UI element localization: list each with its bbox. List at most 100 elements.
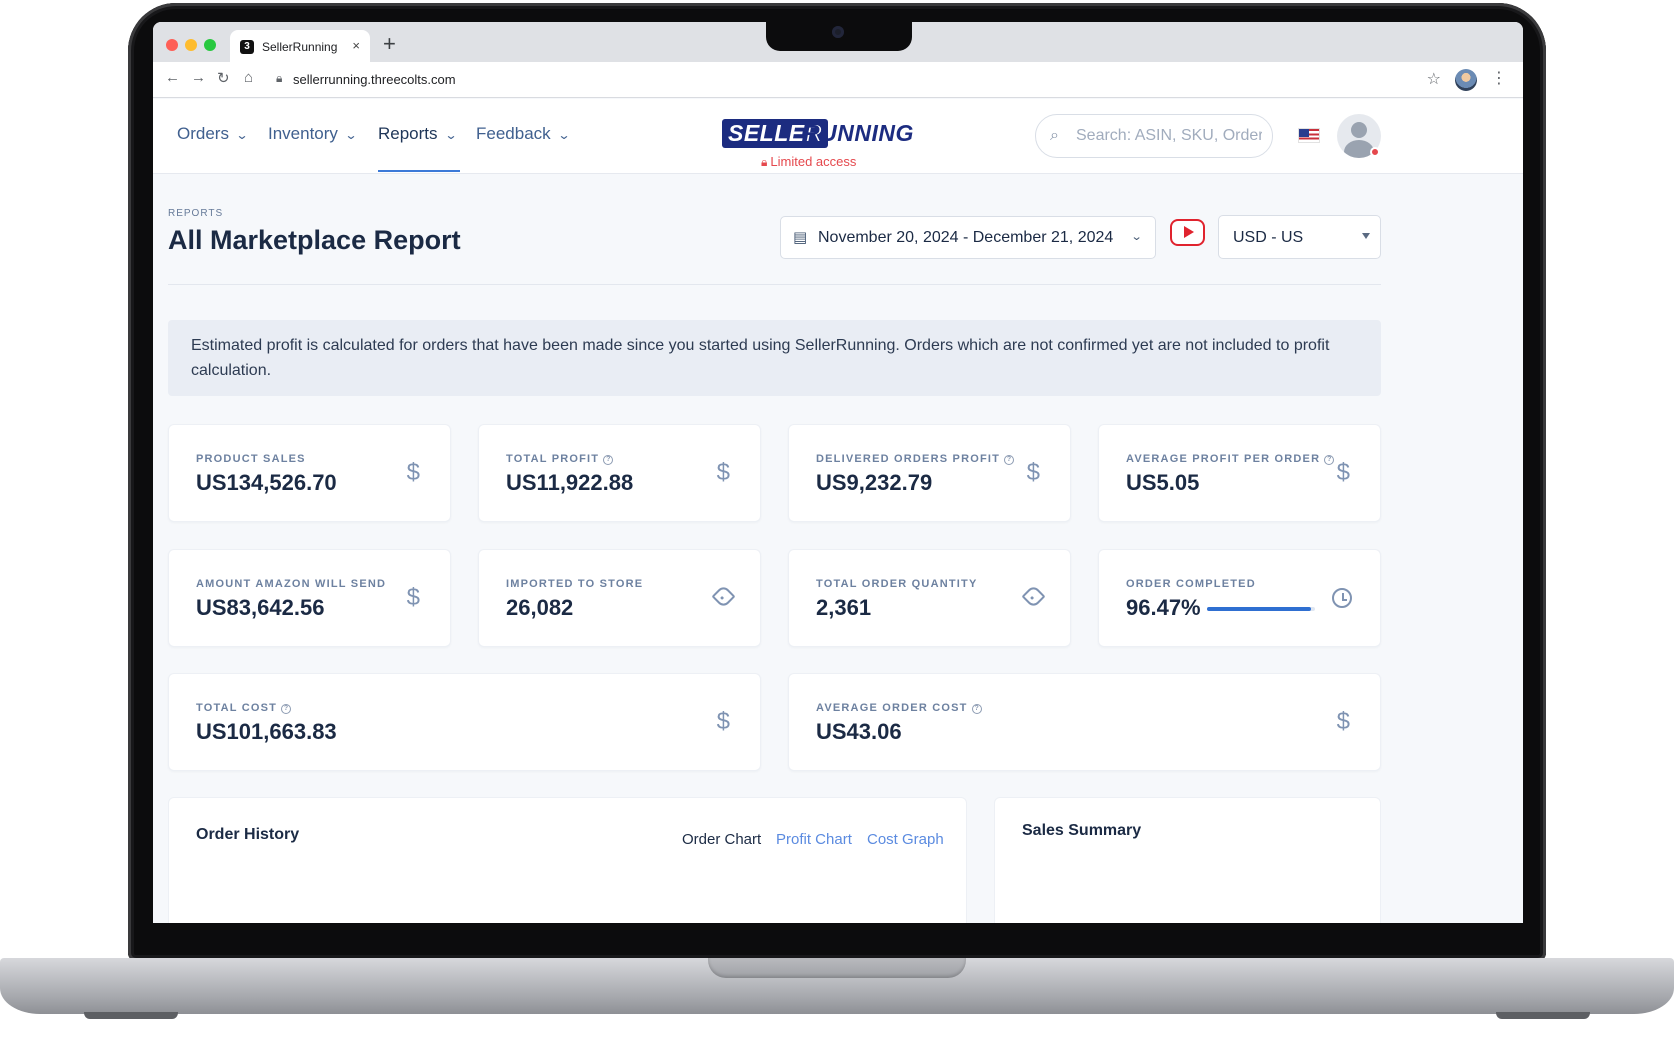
stat-label-text: DELIVERED ORDERS PROFIT bbox=[816, 453, 1001, 465]
stat-label-text: TOTAL PROFIT bbox=[506, 453, 600, 465]
search-input[interactable] bbox=[1076, 124, 1262, 148]
browser-profile-avatar[interactable] bbox=[1455, 69, 1477, 91]
reload-icon[interactable]: ↻ bbox=[217, 69, 230, 87]
back-arrow-icon[interactable]: ← bbox=[165, 69, 180, 86]
stat-value: US5.05 bbox=[1126, 470, 1200, 495]
browser-tab[interactable]: 3 SellerRunning × bbox=[230, 30, 370, 62]
window-close-button[interactable] bbox=[166, 39, 178, 51]
order-history-panel: Order History Order Chart Profit Chart C… bbox=[168, 797, 967, 923]
nav-orders-label: Orders bbox=[177, 124, 229, 143]
chevron-down-icon: ⌄ bbox=[1130, 231, 1143, 243]
dollar-icon: $ bbox=[1026, 459, 1040, 486]
limited-access-note[interactable]: 🔒︎ Limited access bbox=[761, 154, 856, 170]
nav-feedback[interactable]: Feedback ⌄ bbox=[476, 124, 571, 144]
tab-profit-chart[interactable]: Profit Chart bbox=[776, 831, 852, 848]
stat-label: IMPORTED TO STORE bbox=[506, 578, 644, 590]
help-icon[interactable]: ? bbox=[971, 704, 982, 714]
stat-label: AVERAGE ORDER COST? bbox=[816, 702, 982, 714]
window-maximize-button[interactable] bbox=[204, 39, 216, 51]
nav-inventory[interactable]: Inventory ⌄ bbox=[268, 124, 358, 144]
nav-orders[interactable]: Orders ⌄ bbox=[177, 124, 249, 144]
clock-icon bbox=[1332, 588, 1352, 608]
stat-value: US9,232.79 bbox=[816, 470, 933, 495]
stat-label-text: TOTAL COST bbox=[196, 702, 278, 714]
page-title: All Marketplace Report bbox=[168, 225, 461, 255]
stat-label: ORDER COMPLETED bbox=[1126, 578, 1256, 590]
laptop-foot-left bbox=[84, 1012, 178, 1019]
stat-value: US101,663.83 bbox=[196, 719, 337, 744]
section-divider bbox=[168, 284, 1381, 285]
stat-label: TOTAL COST? bbox=[196, 702, 292, 714]
lock-icon[interactable]: 🔒︎ bbox=[276, 71, 282, 86]
bookmark-star-icon[interactable]: ☆ bbox=[1427, 69, 1441, 89]
limited-access-label: Limited access bbox=[770, 154, 857, 169]
help-icon[interactable]: ? bbox=[281, 704, 292, 714]
date-range-picker[interactable]: ▤ November 20, 2024 - December 21, 2024 … bbox=[780, 216, 1156, 259]
stat-label: AVERAGE PROFIT PER ORDER? bbox=[1126, 453, 1335, 465]
forward-arrow-icon[interactable]: → bbox=[191, 69, 206, 86]
stat-label-text: AVERAGE ORDER COST bbox=[816, 702, 968, 714]
dollar-icon: $ bbox=[716, 708, 730, 735]
laptop-foot-right bbox=[1496, 1012, 1590, 1019]
youtube-video-icon[interactable] bbox=[1170, 219, 1205, 246]
stat-value: US11,922.88 bbox=[506, 470, 634, 495]
chevron-down-icon: ⌄ bbox=[344, 128, 358, 142]
app-header: Orders ⌄ Inventory ⌄ Reports ⌄ Feedback ⌄ SE… bbox=[153, 99, 1523, 174]
notification-dot bbox=[1370, 147, 1380, 157]
logo-running-text: RUNNING bbox=[803, 120, 914, 146]
currency-selected-value: USD - US bbox=[1233, 229, 1304, 246]
dollar-icon: $ bbox=[406, 584, 420, 611]
stat-value: US134,526.70 bbox=[196, 470, 337, 495]
sales-summary-panel: Sales Summary bbox=[994, 797, 1381, 923]
dollar-icon: $ bbox=[1336, 708, 1350, 735]
chevron-down-icon: ⌄ bbox=[444, 128, 458, 142]
stat-card-total-order-quantity: TOTAL ORDER QUANTITY 2,361 bbox=[788, 549, 1071, 647]
order-history-title: Order History bbox=[196, 826, 300, 843]
chevron-down-icon: ⌄ bbox=[235, 128, 249, 142]
home-icon[interactable]: ⌂ bbox=[244, 69, 253, 86]
tag-icon bbox=[1021, 584, 1046, 609]
stat-card-delivered-orders-profit: DELIVERED ORDERS PROFIT? US9,232.79 $ bbox=[788, 424, 1071, 522]
stat-label: TOTAL PROFIT? bbox=[506, 453, 614, 465]
camera-notch bbox=[766, 20, 912, 51]
search-box[interactable]: ⌕ bbox=[1035, 114, 1273, 158]
nav-reports[interactable]: Reports ⌄ bbox=[378, 124, 458, 144]
date-range-text: November 20, 2024 - December 21, 2024 bbox=[818, 229, 1114, 246]
stat-card-total-profit: TOTAL PROFIT? US11,922.88 $ bbox=[478, 424, 761, 522]
stat-card-total-cost: TOTAL COST? US101,663.83 $ bbox=[168, 673, 761, 771]
currency-select[interactable]: USD - US bbox=[1218, 215, 1381, 259]
order-completed-progress-bar bbox=[1207, 607, 1315, 611]
tab-close-icon[interactable]: × bbox=[352, 38, 360, 53]
stat-label-text: AVERAGE PROFIT PER ORDER bbox=[1126, 453, 1321, 465]
stat-card-amount-amazon-will-send: AMOUNT AMAZON WILL SEND US83,642.56 $ bbox=[168, 549, 451, 647]
window-minimize-button[interactable] bbox=[185, 39, 197, 51]
sales-summary-title: Sales Summary bbox=[1022, 822, 1142, 839]
laptop-base-notch bbox=[708, 958, 966, 978]
nav-active-underline bbox=[378, 170, 460, 172]
tab-cost-graph[interactable]: Cost Graph bbox=[867, 831, 944, 848]
profit-notice: Estimated profit is calculated for order… bbox=[168, 320, 1381, 396]
stat-label: TOTAL ORDER QUANTITY bbox=[816, 578, 978, 590]
help-icon[interactable]: ? bbox=[1324, 455, 1335, 465]
stat-card-average-profit-per-order: AVERAGE PROFIT PER ORDER? US5.05 $ bbox=[1098, 424, 1381, 522]
stat-label: AMOUNT AMAZON WILL SEND bbox=[196, 578, 387, 590]
stat-card-average-order-cost: AVERAGE ORDER COST? US43.06 $ bbox=[788, 673, 1381, 771]
calendar-icon: ▤ bbox=[793, 229, 808, 246]
nav-feedback-label: Feedback bbox=[476, 124, 551, 143]
chevron-down-icon: ⌄ bbox=[557, 128, 571, 142]
tab-title: SellerRunning bbox=[262, 40, 338, 54]
browser-menu-icon[interactable]: ⋮ bbox=[1491, 68, 1507, 88]
tab-order-chart[interactable]: Order Chart bbox=[682, 831, 761, 848]
nav-reports-label: Reports bbox=[378, 124, 438, 143]
stat-label: DELIVERED ORDERS PROFIT? bbox=[816, 453, 1015, 465]
help-icon[interactable]: ? bbox=[603, 455, 614, 465]
help-icon[interactable]: ? bbox=[1004, 455, 1015, 465]
breadcrumb: REPORTS bbox=[168, 208, 224, 219]
stat-card-order-completed: ORDER COMPLETED 96.47% bbox=[1098, 549, 1381, 647]
address-bar[interactable]: sellerrunning.threecolts.com bbox=[293, 72, 456, 87]
nav-inventory-label: Inventory bbox=[268, 124, 338, 143]
stat-value: 2,361 bbox=[816, 595, 872, 620]
camera-icon bbox=[832, 26, 844, 38]
new-tab-button[interactable]: + bbox=[383, 31, 396, 57]
us-flag-icon[interactable] bbox=[1298, 128, 1320, 143]
